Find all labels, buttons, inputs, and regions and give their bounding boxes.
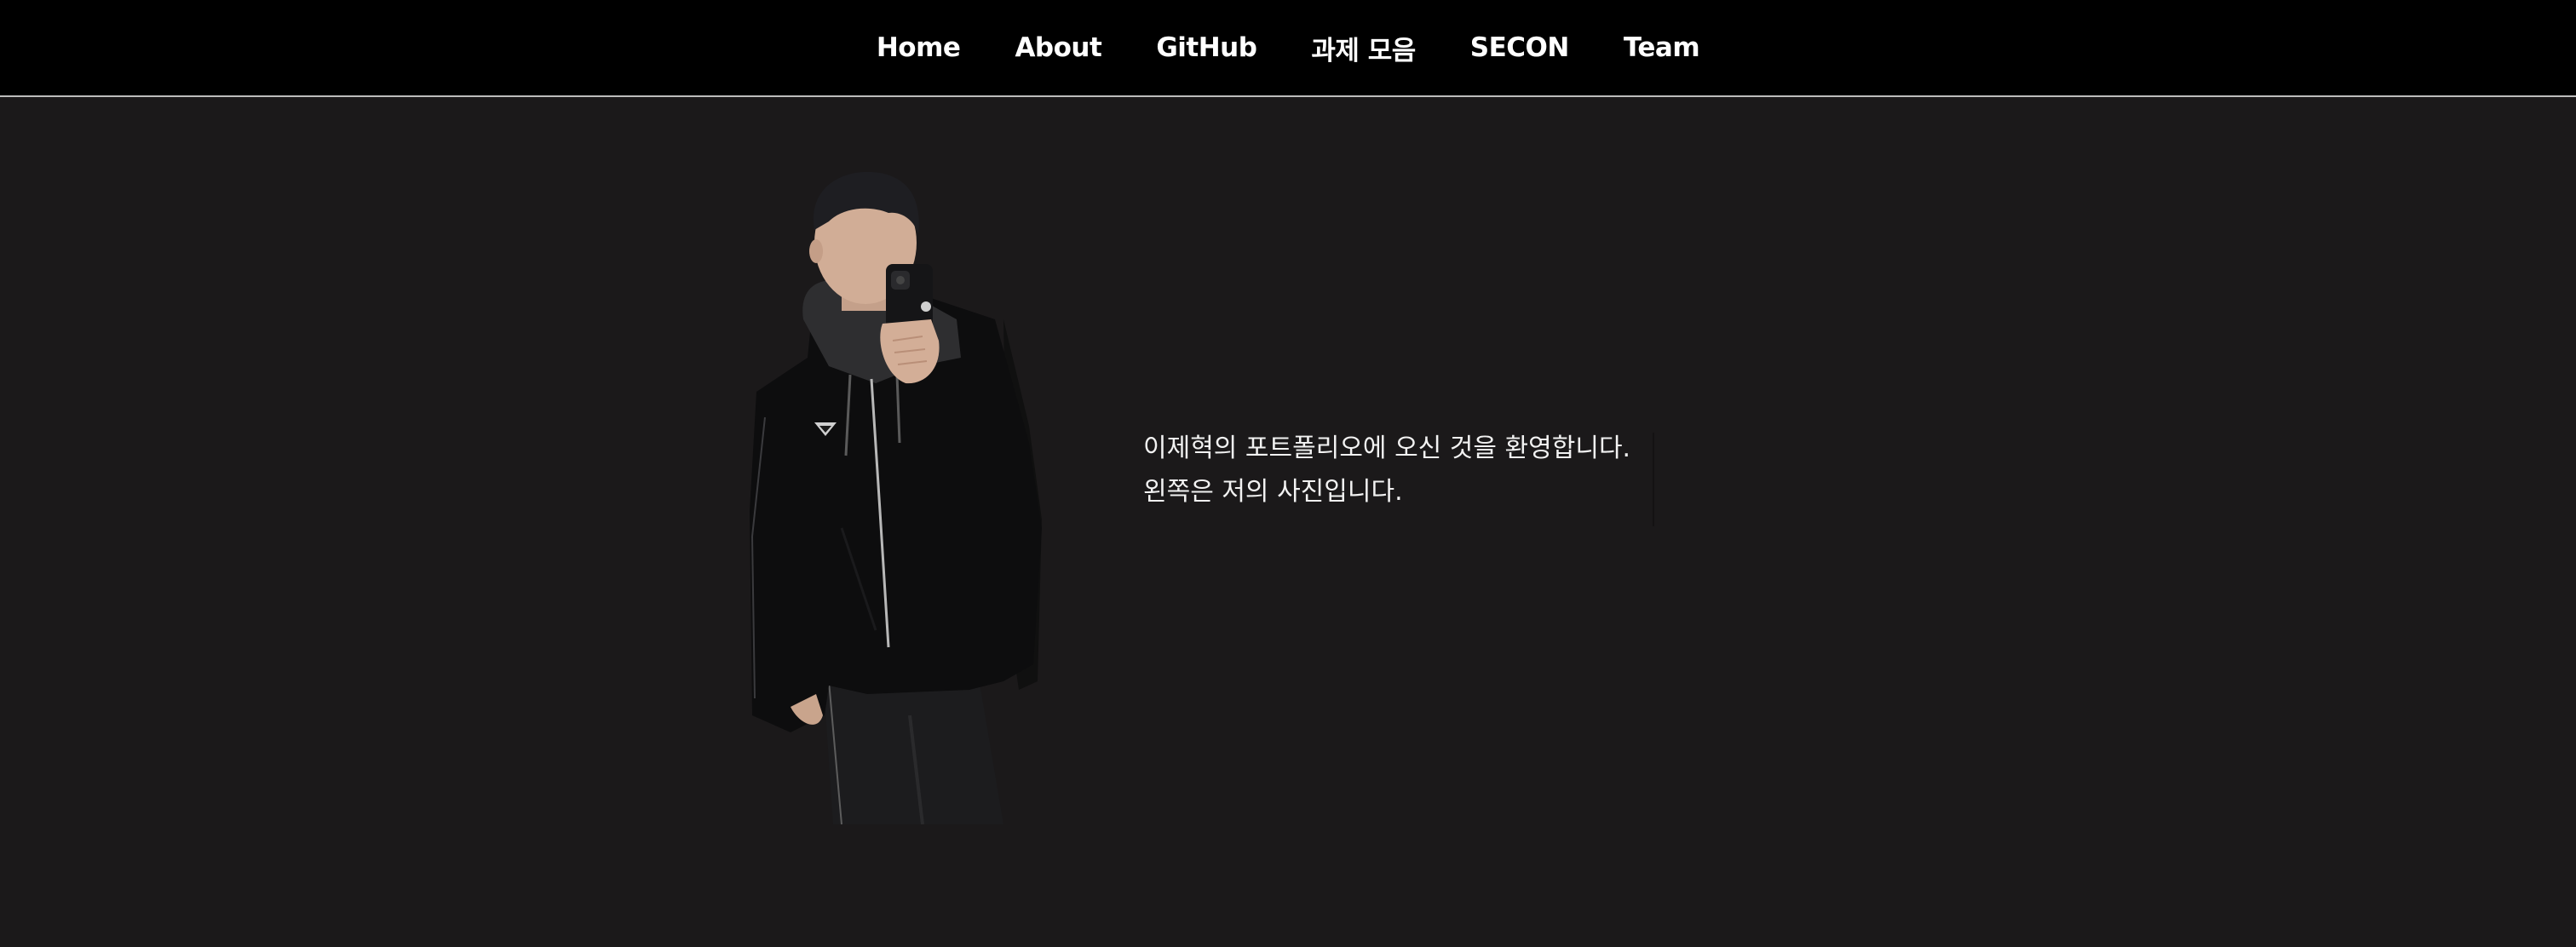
intro-text: 이제혁의 포트폴리오에 오신 것을 환영합니다. 왼쪽은 저의 사진입니다. bbox=[1143, 427, 1654, 514]
nav-item-about: About bbox=[1015, 32, 1101, 63]
nav-link-github[interactable]: GitHub bbox=[1156, 32, 1257, 63]
top-navbar: Home About GitHub 과제 모음 SECON Team bbox=[0, 0, 2576, 97]
nav-item-secon: SECON bbox=[1470, 32, 1570, 63]
intro-divider bbox=[1653, 433, 1654, 526]
nav-item-home: Home bbox=[877, 32, 961, 63]
nav-link-assignments[interactable]: 과제 모음 bbox=[1311, 36, 1416, 66]
intro-line-photo: 왼쪽은 저의 사진입니다. bbox=[1143, 477, 1403, 507]
nav-item-assignments: 과제 모음 bbox=[1311, 29, 1416, 67]
nav-link-about[interactable]: About bbox=[1015, 32, 1101, 63]
nav-menu: Home About GitHub 과제 모음 SECON Team bbox=[0, 0, 2576, 95]
nav-link-secon[interactable]: SECON bbox=[1470, 32, 1570, 63]
profile-photo bbox=[750, 171, 1042, 824]
intro-line-welcome: 이제혁의 포트폴리오에 오신 것을 환영합니다. bbox=[1143, 433, 1631, 463]
nav-link-home[interactable]: Home bbox=[877, 32, 961, 63]
nav-item-github: GitHub bbox=[1156, 32, 1257, 63]
nav-item-team: Team bbox=[1624, 32, 1700, 63]
main-content: 이제혁의 포트폴리오에 오신 것을 환영합니다. 왼쪽은 저의 사진입니다. bbox=[0, 99, 2576, 947]
nav-link-team[interactable]: Team bbox=[1624, 32, 1700, 63]
